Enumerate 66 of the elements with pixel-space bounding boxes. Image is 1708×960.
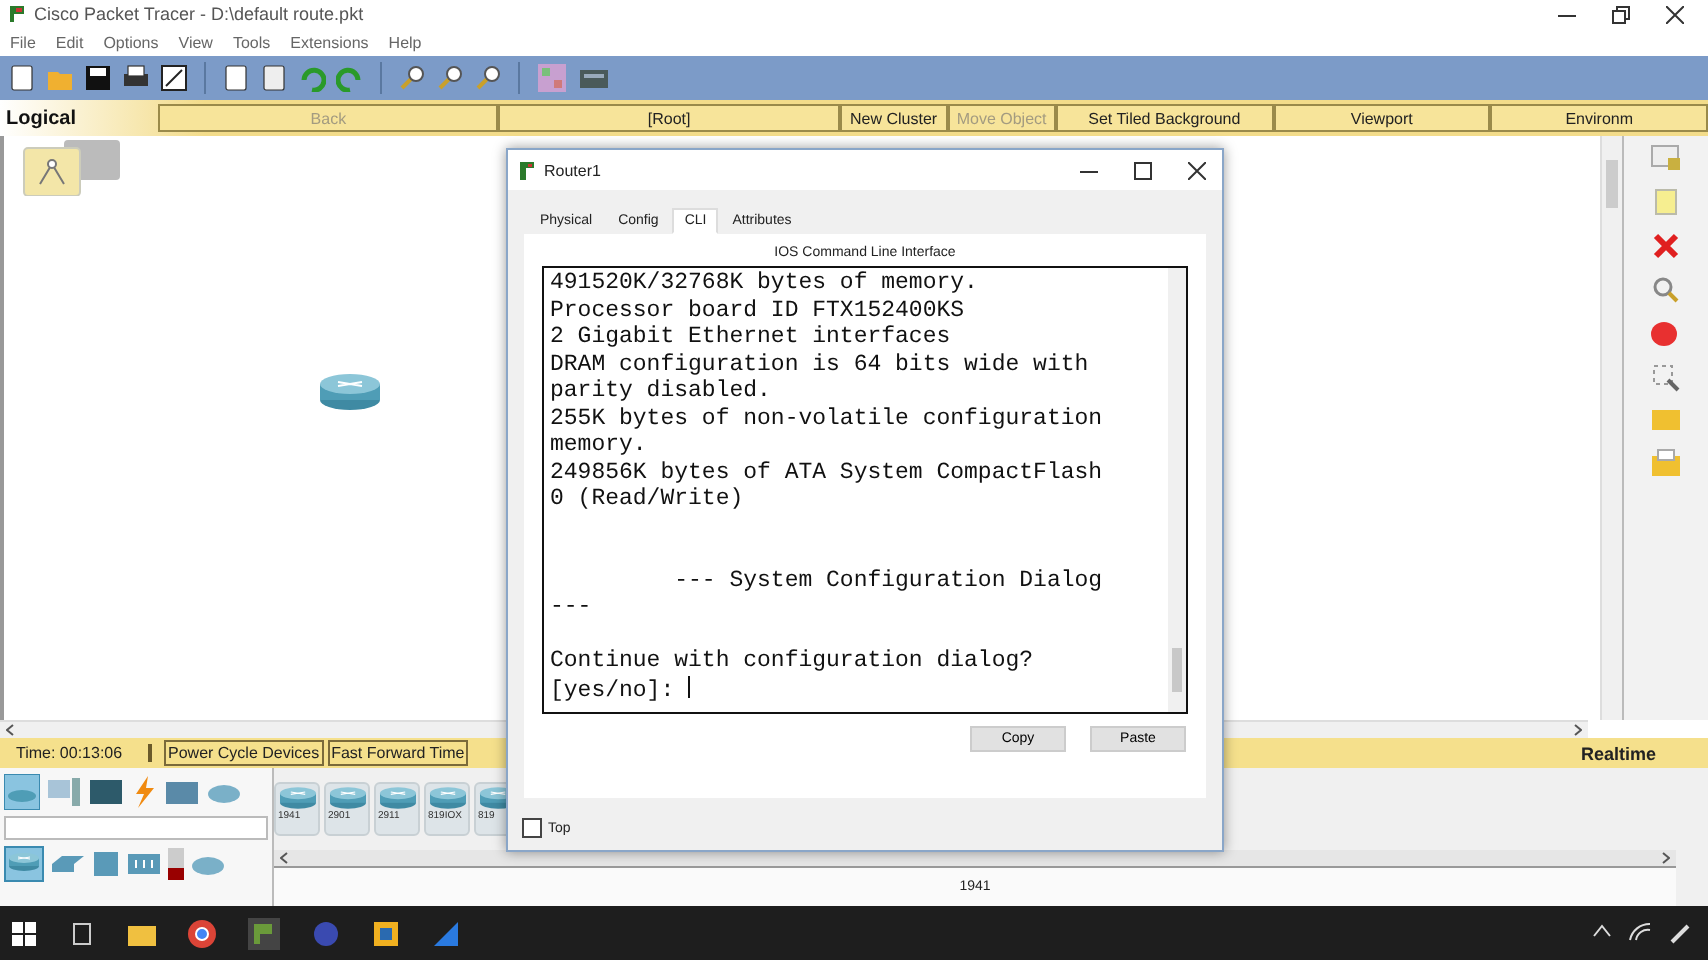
file-explorer-icon[interactable]: [128, 922, 156, 946]
search-icon[interactable]: [1652, 276, 1680, 304]
status-button[interactable]: Power Cycle Devices: [164, 740, 324, 766]
zoom-in-icon[interactable]: [398, 64, 426, 92]
status-button[interactable]: Fast Forward Time: [327, 740, 469, 766]
delete-icon[interactable]: [1652, 232, 1680, 260]
app-logo-icon: [8, 4, 26, 24]
close-icon[interactable]: [1666, 5, 1684, 23]
ellipse-icon[interactable]: [1650, 320, 1682, 348]
menu-item[interactable]: Help: [388, 33, 422, 51]
router-icon: [428, 786, 468, 810]
close-icon[interactable]: [1188, 161, 1206, 179]
window-title: Cisco Packet Tracer - D:\default route.pkt: [34, 4, 364, 24]
restore-icon[interactable]: [1612, 5, 1630, 23]
scrollbar-thumb[interactable]: [1172, 648, 1182, 692]
printer-icon[interactable]: [122, 64, 150, 92]
router-icon: [278, 786, 318, 810]
packet-tracer-icon[interactable]: [248, 918, 280, 950]
scroll-right-icon[interactable]: [1574, 724, 1582, 736]
paste-icon[interactable]: [260, 64, 288, 92]
start-icon[interactable]: [12, 922, 36, 946]
maximize-icon[interactable]: [1134, 161, 1152, 179]
security-device-icon[interactable]: [168, 848, 184, 880]
hub-icon[interactable]: [92, 850, 120, 878]
zoom-out-icon[interactable]: [474, 64, 502, 92]
scroll-left-icon[interactable]: [280, 852, 288, 864]
dialog-title: Router1: [544, 161, 601, 179]
window-icon[interactable]: [160, 64, 188, 92]
menu-item[interactable]: Edit: [55, 33, 84, 51]
menu-item[interactable]: File: [10, 33, 36, 51]
nav-button[interactable]: [Root]: [498, 104, 840, 132]
menu-item[interactable]: View: [178, 33, 213, 51]
realtime-mode-label: Realtime: [1580, 743, 1658, 763]
new-file-icon[interactable]: [8, 64, 36, 92]
menu-item[interactable]: Tools: [232, 33, 271, 51]
menu-item[interactable]: Extensions: [290, 33, 369, 51]
router-window-icon: [520, 161, 536, 179]
router-icon: [328, 786, 368, 810]
router-icon: [378, 786, 418, 810]
scroll-right-icon[interactable]: [1662, 852, 1670, 864]
switch-icon[interactable]: [50, 854, 86, 874]
workspace-mode-label: Logical: [4, 107, 79, 129]
router-icon: [8, 850, 40, 874]
nav-button[interactable]: Set Tiled Background: [1055, 104, 1274, 132]
simulation-time: Time: 00:13:06: [0, 744, 152, 762]
resize-icon[interactable]: [1652, 364, 1680, 392]
wifi-icon[interactable]: [1628, 922, 1652, 942]
component-icon[interactable]: [88, 778, 124, 806]
chevron-up-icon[interactable]: [1592, 922, 1612, 938]
wireless-device-icon[interactable]: [126, 852, 162, 876]
zoom-reset-icon[interactable]: [436, 64, 464, 92]
nav-button[interactable]: Viewport: [1273, 104, 1491, 132]
router-icon: [318, 372, 382, 412]
task-view-icon[interactable]: [68, 922, 96, 946]
save-icon[interactable]: [84, 64, 112, 92]
app-icon[interactable]: [372, 920, 400, 948]
browser-icon[interactable]: [188, 920, 216, 948]
nav-button[interactable]: New Cluster: [839, 104, 948, 132]
folder-icon[interactable]: [164, 778, 200, 806]
copy-icon[interactable]: [222, 64, 250, 92]
nav-button[interactable]: Environm: [1490, 104, 1708, 132]
top-checkbox[interactable]: [522, 818, 542, 838]
menu-item[interactable]: Options: [103, 33, 159, 51]
scrollbar-thumb[interactable]: [1606, 160, 1618, 208]
pen-icon[interactable]: [1668, 922, 1692, 946]
scroll-left-icon[interactable]: [6, 724, 14, 736]
